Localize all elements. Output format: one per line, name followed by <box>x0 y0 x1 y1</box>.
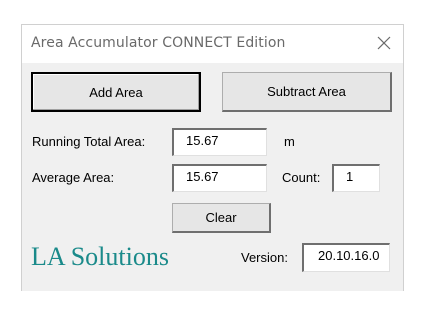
version-label: Version: <box>241 250 288 265</box>
area-accumulator-dialog: Area Accumulator CONNECT Edition Add Are… <box>21 24 404 291</box>
count-label: Count: <box>282 170 321 185</box>
average-area-label: Average Area: <box>32 170 115 185</box>
window-title: Area Accumulator CONNECT Edition <box>31 35 286 51</box>
running-total-field[interactable]: 15.67 <box>172 128 267 156</box>
running-total-unit: m <box>284 134 295 149</box>
clear-button[interactable]: Clear <box>172 203 271 233</box>
count-field[interactable]: 1 <box>332 164 380 192</box>
subtract-area-button[interactable]: Subtract Area <box>222 72 392 112</box>
running-total-label: Running Total Area: <box>32 134 146 149</box>
version-field: 20.10.16.0 <box>302 243 390 272</box>
brand-logo-text: LA Solutions <box>31 242 169 271</box>
close-button[interactable] <box>373 32 395 54</box>
average-area-field[interactable]: 15.67 <box>172 164 267 192</box>
title-bar[interactable]: Area Accumulator CONNECT Edition <box>22 25 403 63</box>
close-icon <box>377 36 391 50</box>
add-area-button[interactable]: Add Area <box>31 72 201 112</box>
